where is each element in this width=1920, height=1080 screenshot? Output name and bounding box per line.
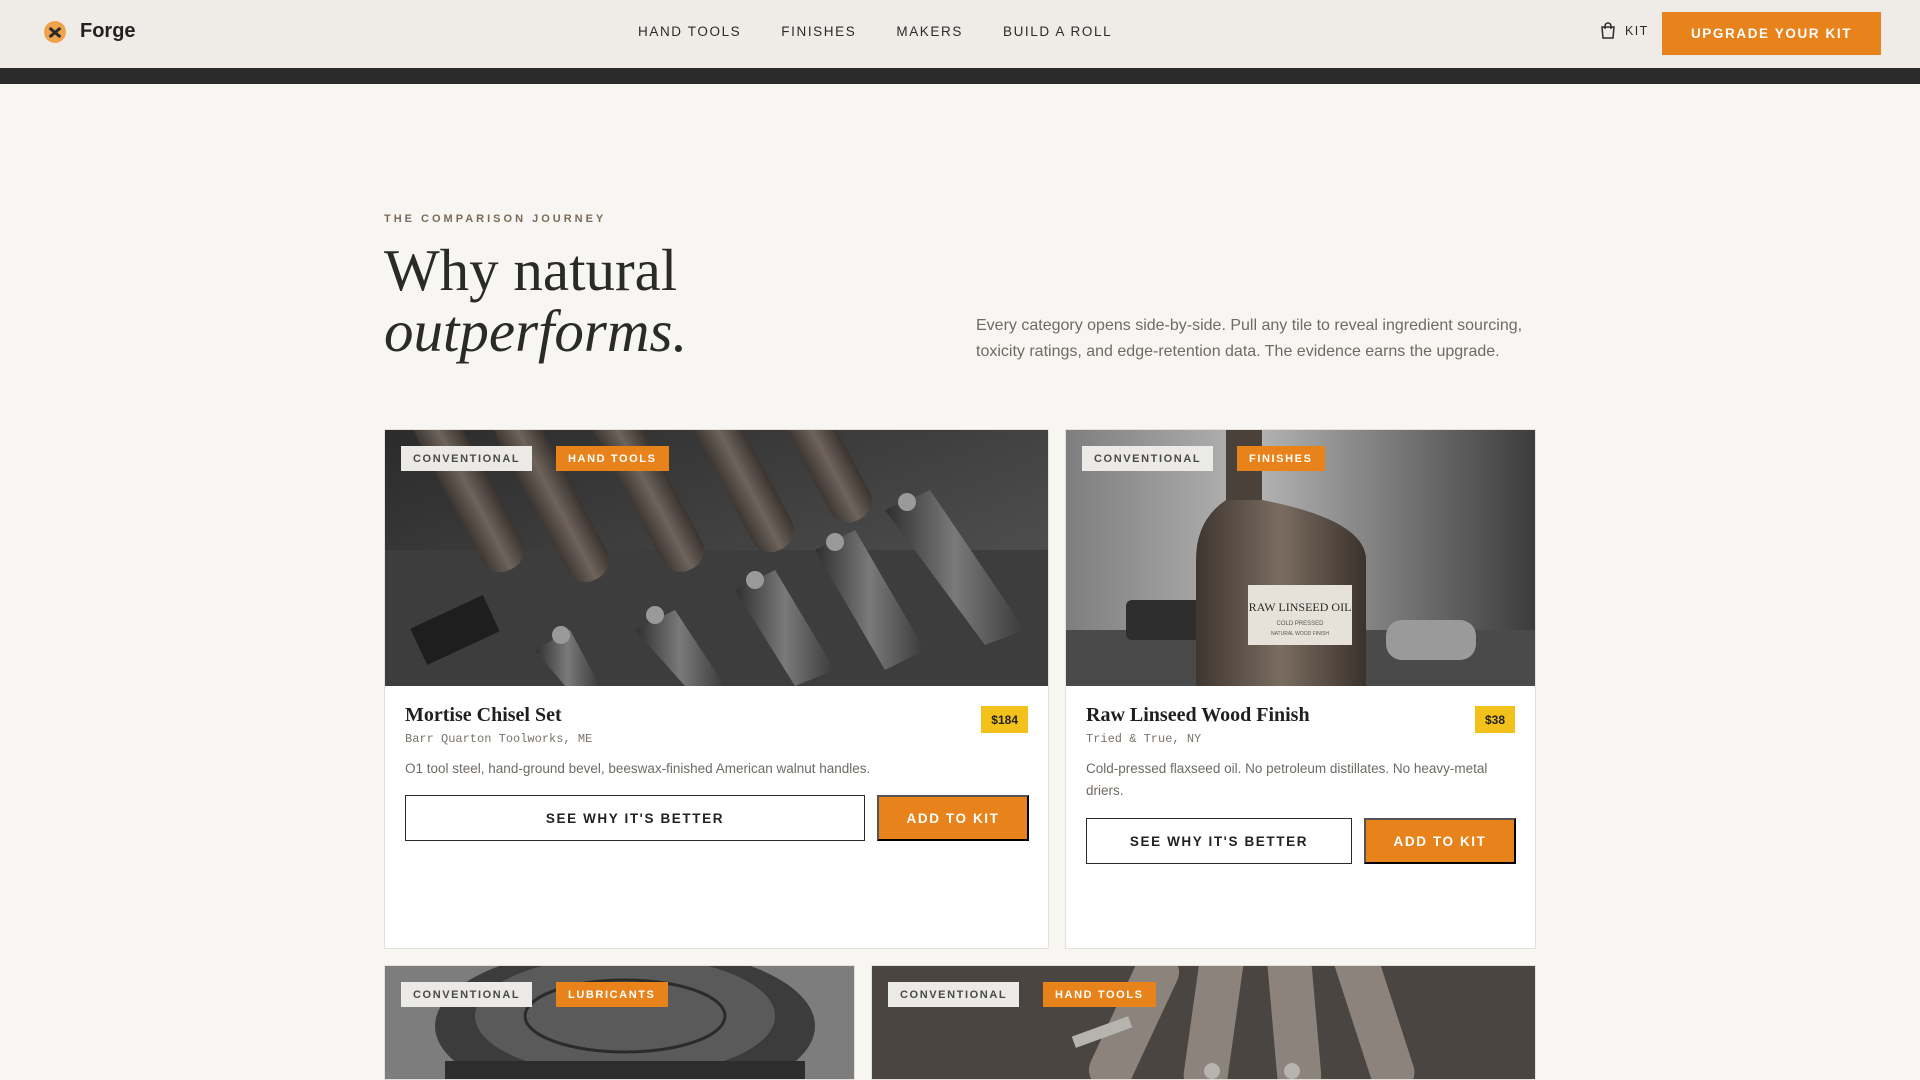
brand-name: Forge	[80, 20, 136, 42]
tag-category: FINISHES	[1237, 446, 1325, 471]
site-header: Forge HAND TOOLS FINISHES MAKERS BUILD A…	[0, 0, 1920, 84]
nav-makers[interactable]: MAKERS	[896, 24, 963, 39]
page-title: Why natural outperforms.	[384, 240, 687, 362]
add-to-kit-button[interactable]: ADD TO KIT	[1364, 818, 1516, 864]
product-card-chisel: CONVENTIONAL HAND TOOLS Mortise Chisel S…	[384, 429, 1049, 949]
product-description: O1 tool steel, hand-ground bevel, beeswa…	[405, 761, 871, 776]
tag-category: HAND TOOLS	[556, 446, 669, 471]
title-line-2: outperforms.	[384, 298, 688, 364]
section-eyebrow: THE COMPARISON JOURNEY	[384, 213, 607, 225]
product-card-lubricant: CONVENTIONAL LUBRICANTS	[384, 965, 855, 1080]
nav-hand-tools[interactable]: HAND TOOLS	[638, 24, 741, 39]
price-badge: $184	[981, 706, 1028, 733]
linseed-product-image[interactable]: RAW LINSEED OIL COLD PRESSED NATURAL WOO…	[1066, 430, 1535, 686]
product-title: Mortise Chisel Set	[405, 704, 562, 726]
tag-category: LUBRICANTS	[556, 982, 668, 1007]
product-title: Raw Linseed Wood Finish	[1086, 704, 1310, 726]
tag-conventional: CONVENTIONAL	[401, 982, 533, 1007]
price-badge: $38	[1474, 706, 1515, 733]
add-to-kit-button[interactable]: ADD TO KIT	[877, 795, 1029, 841]
bottle-label-text: RAW LINSEED OIL	[1249, 600, 1352, 614]
kit-link[interactable]: KIT	[1599, 22, 1649, 40]
lubricant-product-image[interactable]: CONVENTIONAL LUBRICANTS	[385, 966, 854, 1079]
tag-conventional: CONVENTIONAL	[1082, 446, 1214, 471]
product-card-hand-tools: CONVENTIONAL HAND TOOLS	[871, 965, 1536, 1080]
chisel-product-image[interactable]: CONVENTIONAL HAND TOOLS	[385, 430, 1048, 686]
nav-finishes[interactable]: FINISHES	[781, 24, 856, 39]
see-why-better-button[interactable]: SEE WHY IT'S BETTER	[405, 795, 865, 841]
bottle-label-sub1: COLD PRESSED	[1276, 621, 1324, 627]
hand-tools-product-image[interactable]: CONVENTIONAL HAND TOOLS	[872, 966, 1535, 1079]
see-why-better-button[interactable]: SEE WHY IT'S BETTER	[1086, 818, 1352, 864]
product-card-linseed: RAW LINSEED OIL COLD PRESSED NATURAL WOO…	[1065, 429, 1536, 949]
kit-label: KIT	[1625, 24, 1649, 38]
title-line-1: Why natural	[384, 237, 678, 303]
tag-conventional: CONVENTIONAL	[888, 982, 1020, 1007]
product-maker: Tried & True, NY	[1086, 732, 1202, 746]
forge-logo-icon	[44, 20, 66, 43]
main-nav: HAND TOOLS FINISHES MAKERS BUILD A ROLL	[638, 24, 1112, 39]
product-maker: Barr Quarton Toolworks, ME	[405, 732, 593, 746]
shopping-bag-icon	[1601, 22, 1615, 39]
upgrade-kit-button[interactable]: UPGRADE YOUR KIT	[1662, 12, 1881, 55]
tag-conventional: CONVENTIONAL	[401, 446, 533, 471]
tag-category: HAND TOOLS	[1043, 982, 1156, 1007]
brand[interactable]: Forge	[44, 20, 136, 43]
bottle-label-sub2: NATURAL WOOD FINISH	[1271, 631, 1329, 637]
nav-build-a-roll[interactable]: BUILD A ROLL	[1003, 24, 1112, 39]
product-description: Cold-pressed flaxseed oil. No petroleum …	[1086, 761, 1488, 798]
intro-copy: Every category opens side-by-side. Pull …	[976, 317, 1523, 360]
